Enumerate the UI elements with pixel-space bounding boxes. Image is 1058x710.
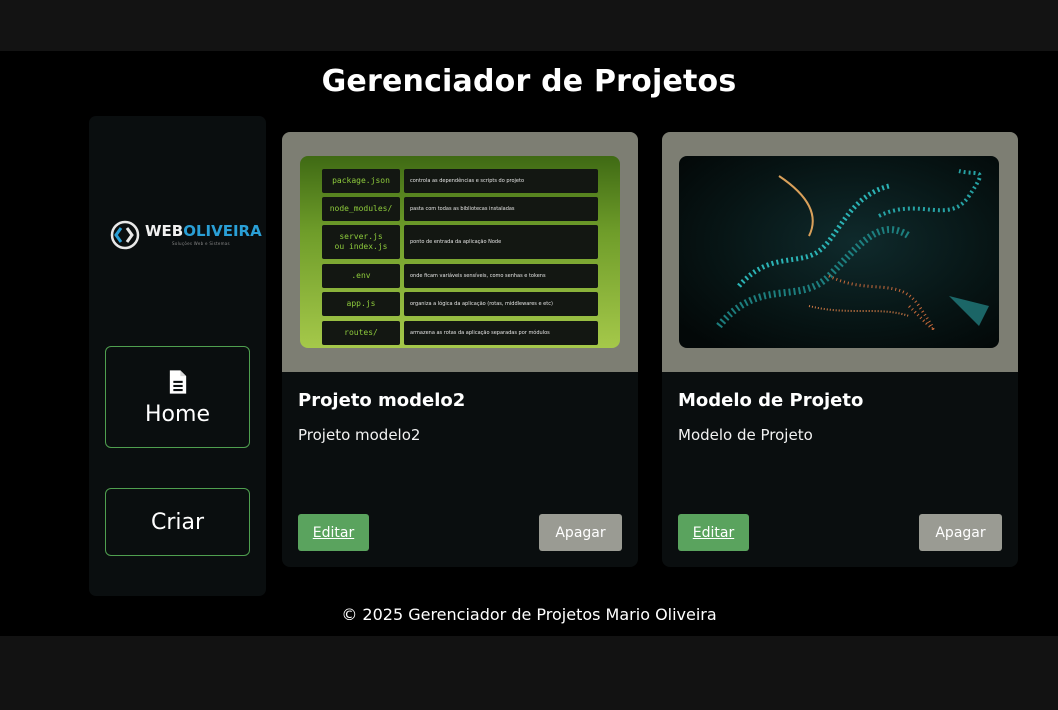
home-button[interactable]: Home <box>105 346 250 448</box>
thumbnail-row-value: onde ficam variáveis sensíveis, como sen… <box>404 264 598 288</box>
page-title: Gerenciador de Projetos <box>321 64 737 99</box>
thumbnail-row-key: .env <box>322 264 400 288</box>
project-thumbnail-frame: package.json controla as dependências e … <box>282 132 638 372</box>
thumbnail-row-value: armazena as rotas da aplicação separadas… <box>404 321 598 345</box>
thumbnail-row-key: app.js <box>322 292 400 316</box>
sidebar: WEBOLIVEIRA Soluções Web e Sistemas Home… <box>89 116 266 596</box>
project-title: Modelo de Projeto <box>678 390 864 411</box>
thumbnail-row: routes/ armazena as rotas da aplicação s… <box>322 321 598 345</box>
thumbnail-row-value: controla as dependências e scripts do pr… <box>404 169 598 193</box>
project-thumbnail-frame <box>662 132 1018 372</box>
create-button[interactable]: Criar <box>105 488 250 556</box>
thumbnail-row-value: ponto de entrada da aplicação Node <box>404 225 598 259</box>
project-title: Projeto modelo2 <box>298 390 466 411</box>
logo-word-oliveira: OLIVEIRA <box>183 222 262 240</box>
thumbnail-row-value: pasta com todas as bibliotecas instalada… <box>404 197 598 221</box>
thumbnail-row-key: routes/ <box>322 321 400 345</box>
create-button-label: Criar <box>150 509 205 535</box>
thumbnail-row-key: node_modules/ <box>322 197 400 221</box>
octopus-tentacles-image <box>679 156 999 348</box>
project-card: package.json controla as dependências e … <box>282 132 638 567</box>
logo-word-web: WEB <box>145 222 184 240</box>
thumbnail-row-key: package.json <box>322 169 400 193</box>
logo[interactable]: WEBOLIVEIRA Soluções Web e Sistemas <box>110 216 262 256</box>
thumbnail-row: server.js ou index.js ponto de entrada d… <box>322 225 598 259</box>
project-description: Modelo de Projeto <box>678 426 813 444</box>
project-description: Projeto modelo2 <box>298 426 421 444</box>
project-card: Modelo de Projeto Modelo de Projeto Edit… <box>662 132 1018 567</box>
project-thumbnail[interactable]: package.json controla as dependências e … <box>300 156 620 348</box>
bottom-band <box>0 636 1058 710</box>
thumbnail-row-key: server.js ou index.js <box>322 225 400 259</box>
thumbnail-row: app.js organiza a lógica da aplicação (r… <box>322 292 598 316</box>
home-button-label: Home <box>145 401 210 427</box>
delete-button[interactable]: Apagar <box>919 514 1002 551</box>
logo-wordmark: WEBOLIVEIRA <box>145 222 262 240</box>
delete-button[interactable]: Apagar <box>539 514 622 551</box>
logo-mark-icon <box>110 220 140 250</box>
footer-copyright: © 2025 Gerenciador de Projetos Mario Oli… <box>341 605 717 624</box>
edit-button[interactable]: Editar <box>678 514 749 551</box>
logo-tagline: Soluções Web e Sistemas <box>172 241 230 246</box>
thumbnail-row: package.json controla as dependências e … <box>322 169 598 193</box>
thumbnail-row: node_modules/ pasta com todas as bibliot… <box>322 197 598 221</box>
project-thumbnail[interactable] <box>679 156 999 348</box>
thumbnail-row: .env onde ficam variáveis sensíveis, com… <box>322 264 598 288</box>
edit-button[interactable]: Editar <box>298 514 369 551</box>
document-icon <box>169 369 186 394</box>
thumbnail-row-value: organiza a lógica da aplicação (rotas, m… <box>404 292 598 316</box>
top-band <box>0 0 1058 51</box>
